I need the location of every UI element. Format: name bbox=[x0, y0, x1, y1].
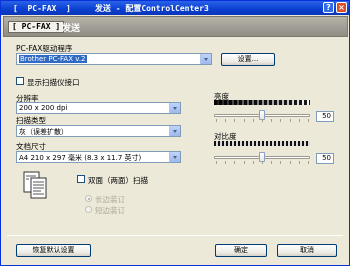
restore-defaults-button[interactable]: 恢复默认设置 bbox=[16, 244, 91, 257]
brightness-tick bbox=[234, 119, 236, 122]
brightness-tick bbox=[271, 119, 273, 122]
section-header: [ PC-FAX ] 发送 bbox=[3, 16, 348, 37]
contrast-tick bbox=[280, 161, 282, 164]
driver-settings-button[interactable]: 设置... bbox=[221, 53, 275, 66]
close-button[interactable]: × bbox=[336, 2, 347, 13]
chevron-down-icon[interactable] bbox=[169, 152, 180, 162]
pcfax-tag: [ PC-FAX ] bbox=[8, 21, 65, 33]
contrast-tick bbox=[216, 161, 217, 164]
section-title: 发送 bbox=[62, 24, 81, 34]
chevron-down-icon[interactable] bbox=[169, 103, 180, 113]
footer-divider bbox=[7, 235, 343, 236]
contrast-value[interactable]: 50 bbox=[316, 153, 334, 164]
contrast-tick bbox=[308, 161, 309, 164]
doc-size-value: A4 210 x 297 毫米 (8.3 x 11.7 英寸) bbox=[19, 154, 142, 162]
brightness-tick bbox=[289, 119, 291, 122]
contrast-tick bbox=[225, 161, 227, 164]
short-edge-radio[interactable] bbox=[85, 206, 92, 213]
brightness-tick bbox=[262, 119, 263, 122]
contrast-tick bbox=[234, 161, 236, 164]
contrast-tick bbox=[243, 161, 245, 164]
duplex-checkbox[interactable] bbox=[77, 175, 85, 183]
brightness-tick bbox=[280, 119, 282, 122]
long-edge-label: 长边装订 bbox=[95, 195, 125, 204]
contrast-tick bbox=[289, 161, 291, 164]
scan-type-value: 灰（误差扩散） bbox=[19, 128, 68, 136]
show-scan-ui-label: 显示扫描仪接口 bbox=[27, 78, 80, 87]
long-edge-radio[interactable] bbox=[85, 195, 92, 202]
brightness-tick bbox=[298, 119, 300, 122]
ok-button[interactable]: 确定 bbox=[215, 244, 267, 257]
contrast-tick bbox=[298, 161, 300, 164]
resolution-value: 200 x 200 dpi bbox=[19, 104, 68, 112]
brightness-tick bbox=[225, 119, 227, 122]
contrast-tick bbox=[252, 161, 254, 164]
scan-type-select[interactable]: 灰（误差扩散） bbox=[16, 125, 181, 137]
driver-select-value: Brother PC-FAX v.2 bbox=[19, 55, 87, 63]
show-scan-ui-checkbox[interactable] bbox=[16, 77, 24, 85]
brightness-tick bbox=[308, 119, 309, 122]
title-bar[interactable]: [ PC-FAX ] 发送 - 配置ControlCenter3 ? × bbox=[1, 1, 349, 15]
contrast-tick bbox=[262, 161, 263, 164]
help-button[interactable]: ? bbox=[323, 2, 334, 13]
contrast-tick bbox=[271, 161, 273, 164]
short-edge-label: 短边装订 bbox=[95, 206, 125, 215]
driver-select[interactable]: Brother PC-FAX v.2 bbox=[16, 53, 212, 65]
brightness-gradient-shade bbox=[214, 100, 310, 105]
resolution-select[interactable]: 200 x 200 dpi bbox=[16, 102, 181, 114]
duplex-document-icon bbox=[23, 171, 47, 199]
brightness-tick bbox=[252, 119, 254, 122]
doc-size-select[interactable]: A4 210 x 297 毫米 (8.3 x 11.7 英寸) bbox=[16, 151, 181, 163]
window-title: [ PC-FAX ] 发送 - 配置ControlCenter3 bbox=[13, 4, 209, 13]
duplex-label: 双面（两面）扫描 bbox=[88, 176, 148, 185]
cancel-button[interactable]: 取消 bbox=[277, 244, 337, 257]
chevron-down-icon[interactable] bbox=[169, 126, 180, 136]
chevron-down-icon[interactable] bbox=[200, 54, 211, 64]
brightness-tick bbox=[243, 119, 245, 122]
brightness-tick bbox=[216, 119, 217, 122]
contrast-gradient bbox=[214, 141, 310, 146]
pcfax-send-config-dialog: [ PC-FAX ] 发送 - 配置ControlCenter3 ? × [ P… bbox=[0, 0, 350, 266]
brightness-value[interactable]: 50 bbox=[316, 111, 334, 122]
